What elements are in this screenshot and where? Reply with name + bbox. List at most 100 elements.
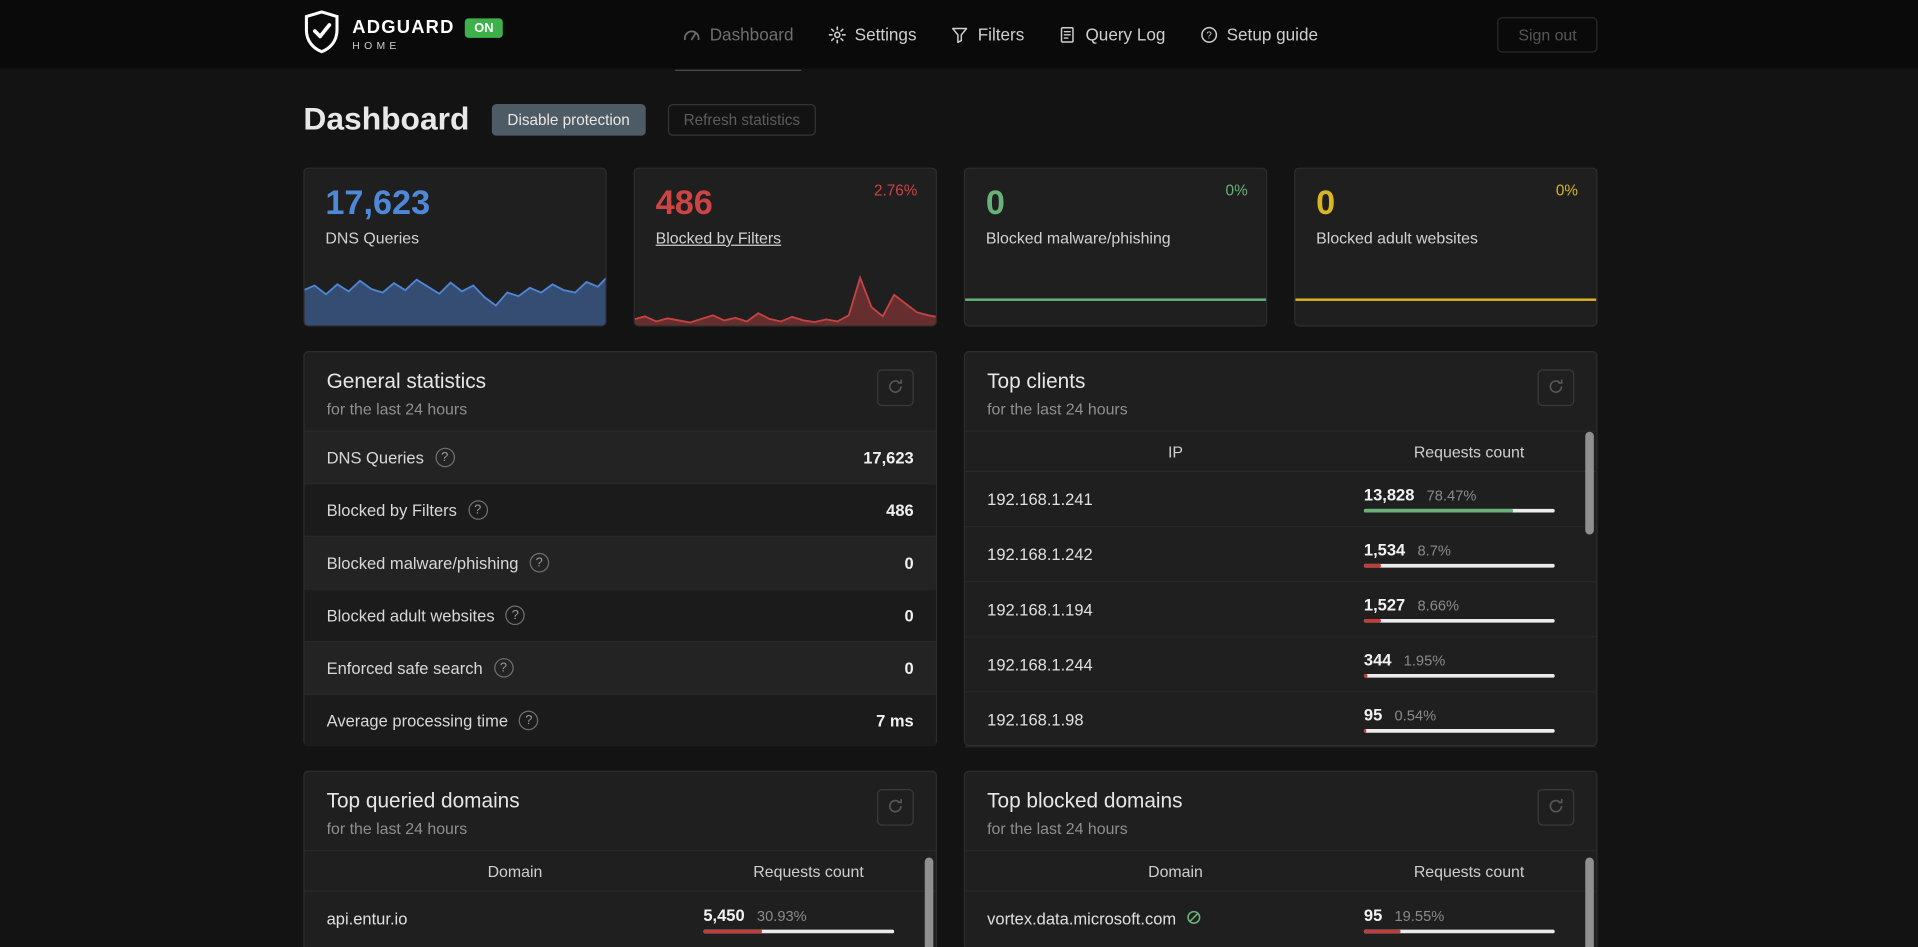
progress-bar (1363, 563, 1555, 568)
stat-row: DNS Queries? 17,623 (304, 430, 936, 484)
column-header-requests[interactable]: Requests count (703, 862, 913, 880)
scrollbar-thumb[interactable] (1585, 431, 1594, 535)
request-percent: 19.55% (1394, 907, 1445, 925)
stat-value: 0 (904, 606, 914, 625)
dns-queries-label: DNS Queries (325, 228, 420, 247)
card-subtitle: for the last 24 hours (326, 819, 468, 838)
top-queried-domains-card: Top queried domains for the last 24 hour… (303, 770, 937, 947)
client-row: 192.168.1.241 13,828 78.47% (965, 472, 1597, 528)
column-header-requests[interactable]: Requests count (1364, 862, 1574, 880)
client-ip[interactable]: 192.168.1.194 (987, 600, 1093, 618)
blocked-domain[interactable]: vortex.data.microsoft.com (987, 910, 1176, 928)
scrollbar-thumb[interactable] (924, 857, 934, 947)
card-subtitle: for the last 24 hours (987, 399, 1128, 419)
tracker-blocked-icon (1185, 909, 1202, 930)
column-header-domain[interactable]: Domain (327, 862, 704, 880)
request-percent: 30.93% (756, 907, 807, 925)
adguard-home-logo[interactable]: ADGUARD ON HOME (303, 9, 504, 59)
help-icon[interactable]: ? (519, 710, 539, 731)
blocked-by-filters-card: 2.76% 486 Blocked by Filters (633, 167, 937, 327)
help-icon[interactable]: ? (467, 500, 488, 520)
refresh-icon (887, 377, 904, 398)
progress-bar (1363, 673, 1555, 678)
client-ip[interactable]: 192.168.1.241 (987, 490, 1093, 508)
client-row: 192.168.1.98 95 0.54% (965, 692, 1597, 748)
request-count: 344 (1363, 650, 1392, 670)
column-header-domain[interactable]: Domain (987, 862, 1364, 880)
column-header-ip[interactable]: IP (987, 442, 1364, 460)
dns-queries-sparkline (304, 268, 606, 326)
dashboard-icon (683, 25, 701, 43)
client-row: 192.168.1.242 1,534 8.7% (965, 527, 1597, 583)
refresh-card-button[interactable] (877, 369, 914, 407)
refresh-card-button[interactable] (877, 788, 914, 826)
client-row: 192.168.1.244 344 1.95% (965, 637, 1597, 693)
request-count: 1,534 (1363, 540, 1406, 560)
refresh-card-button[interactable] (1537, 788, 1575, 826)
stat-value: 0 (904, 553, 914, 572)
request-percent: 8.7% (1417, 541, 1451, 560)
refresh-card-button[interactable] (1537, 369, 1575, 407)
client-ip[interactable]: 192.168.1.244 (987, 655, 1093, 673)
nav-label: Filters (977, 24, 1025, 45)
stat-row: Blocked adult websites? 0 (304, 588, 936, 641)
progress-bar (1363, 929, 1555, 933)
card-subtitle: for the last 24 hours (326, 399, 468, 419)
stat-label: DNS Queries (326, 448, 424, 467)
card-title: General statistics (326, 369, 487, 393)
blocked-by-filters-link[interactable]: Blocked by Filters (656, 228, 781, 246)
top-clients-card: Top clients for the last 24 hours IP Req… (963, 351, 1598, 748)
queried-domain[interactable]: api.entur.io (327, 910, 408, 928)
nav-item-dashboard[interactable]: Dashboard (675, 0, 801, 71)
refresh-icon (1547, 377, 1564, 398)
page-title: Dashboard (303, 100, 470, 137)
sign-out-button[interactable]: Sign out (1497, 16, 1598, 52)
stat-value: 486 (886, 500, 914, 520)
stat-row: Average processing time? 7 ms (304, 693, 936, 747)
request-percent: 1.95% (1403, 651, 1446, 670)
stat-cards-row: 17,623 DNS Queries 2.76% 486 Blocked by … (303, 167, 1598, 327)
top-navbar: ADGUARD ON HOME Dashboard Settings Filte… (0, 0, 1918, 71)
nav-item-setup-guide[interactable]: ? Setup guide (1200, 0, 1318, 68)
dns-queries-value: 17,623 (325, 183, 431, 222)
top-blocked-domains-card: Top blocked domains for the last 24 hour… (963, 770, 1598, 947)
scrollbar-thumb[interactable] (1585, 857, 1594, 947)
refresh-icon (1547, 797, 1564, 818)
nav-label: Query Log (1085, 24, 1166, 45)
help-icon[interactable]: ? (505, 605, 526, 626)
adult-percentage: 0% (1555, 182, 1578, 200)
help-icon[interactable]: ? (434, 447, 455, 468)
stat-label: Enforced safe search (326, 658, 483, 678)
help-icon[interactable]: ? (529, 552, 550, 573)
help-icon[interactable]: ? (493, 658, 514, 678)
client-ip[interactable]: 192.168.1.242 (987, 545, 1093, 563)
card-title: Top blocked domains (987, 788, 1183, 813)
blocked-by-filters-sparkline (634, 275, 936, 326)
nav-item-settings[interactable]: Settings (828, 0, 917, 68)
page-header: Dashboard Disable protection Refresh sta… (303, 100, 1597, 138)
nav-label: Setup guide (1226, 24, 1319, 45)
stat-label: Blocked adult websites (326, 606, 495, 625)
blocked-percentage: 2.76% (874, 182, 918, 200)
client-ip[interactable]: 192.168.1.98 (987, 710, 1083, 728)
table-header: IP Requests count (965, 430, 1597, 473)
domain-row: api.entur.io 5,450 30.93% (304, 892, 936, 947)
refresh-statistics-button[interactable]: Refresh statistics (667, 103, 816, 136)
request-count: 13,828 (1363, 485, 1415, 504)
request-count: 5,450 (703, 905, 745, 925)
nav-item-query-log[interactable]: Query Log (1059, 0, 1166, 68)
stat-row: Enforced safe search? 0 (304, 640, 936, 694)
column-header-requests[interactable]: Requests count (1364, 442, 1574, 460)
stat-value: 7 ms (876, 711, 914, 730)
adult-flatline (1295, 298, 1597, 301)
malware-flatline (965, 298, 1267, 301)
stat-value: 0 (904, 658, 914, 678)
table-header: Domain Requests count (965, 850, 1597, 892)
client-row: 192.168.1.194 1,527 8.66% (965, 582, 1597, 638)
disable-protection-button[interactable]: Disable protection (491, 103, 646, 136)
help-circle-icon: ? (1200, 25, 1218, 43)
brand-subtitle: HOME (352, 39, 401, 52)
nav-item-filters[interactable]: Filters (951, 0, 1025, 68)
card-subtitle: for the last 24 hours (987, 819, 1128, 838)
shield-logo-icon (303, 9, 340, 59)
